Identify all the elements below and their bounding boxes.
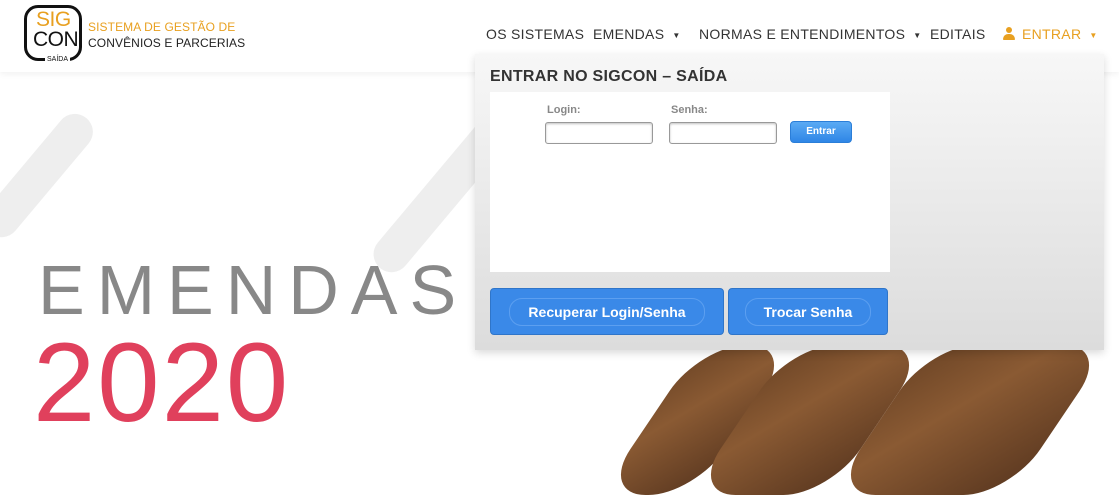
password-label: Senha: — [671, 104, 708, 116]
hero-title: EMENDAS — [38, 251, 469, 329]
change-password-button[interactable]: Trocar Senha — [728, 288, 888, 335]
sigcon-logo[interactable]: SIG CON SAÍDA — [24, 5, 82, 63]
nav-item-label: ENTRAR — [1022, 26, 1082, 42]
logo-con-text: CON — [33, 28, 79, 51]
change-password-label: Trocar Senha — [744, 298, 872, 326]
nav-item-os-sistemas[interactable]: OS SISTEMAS — [486, 26, 584, 42]
login-form-panel: Login: Senha: Entrar — [490, 92, 890, 272]
recover-login-label: Recuperar Login/Senha — [509, 298, 705, 326]
caret-down-icon: ▼ — [1089, 30, 1098, 40]
user-icon — [1003, 27, 1015, 40]
nav-item-label: EDITAIS — [930, 26, 986, 42]
nav-item-label: EMENDAS — [593, 26, 665, 42]
nav-item-entrar[interactable]: ENTRAR ▼ — [1003, 26, 1098, 42]
login-heading: ENTRAR NO SIGCON – SAÍDA — [490, 68, 728, 85]
login-dropdown: ENTRAR NO SIGCON – SAÍDA Login: Senha: E… — [475, 54, 1104, 350]
nav-item-emendas[interactable]: EMENDAS ▼ — [593, 26, 681, 42]
nav-item-label: NORMAS E ENTENDIMENTOS — [699, 26, 906, 42]
nav-item-label: OS SISTEMAS — [486, 26, 585, 42]
recover-login-button[interactable]: Recuperar Login/Senha — [490, 288, 724, 335]
login-label: Login: — [547, 104, 581, 116]
password-input[interactable] — [669, 122, 777, 144]
background-stripe — [0, 106, 101, 245]
login-input[interactable] — [545, 122, 653, 144]
hero-year: 2020 — [33, 320, 291, 445]
nav-item-normas[interactable]: NORMAS E ENTENDIMENTOS ▼ — [699, 26, 921, 42]
caret-down-icon: ▼ — [913, 30, 922, 40]
caret-down-icon: ▼ — [672, 30, 681, 40]
entrar-button[interactable]: Entrar — [790, 121, 852, 143]
nav-item-editais[interactable]: EDITAIS — [930, 26, 986, 42]
logo-saida-text: SAÍDA — [45, 56, 71, 63]
brand-title-line2: CONVÊNIOS E PARCERIAS — [88, 36, 246, 50]
brand-title-line1: SISTEMA DE GESTÃO DE — [88, 20, 236, 34]
